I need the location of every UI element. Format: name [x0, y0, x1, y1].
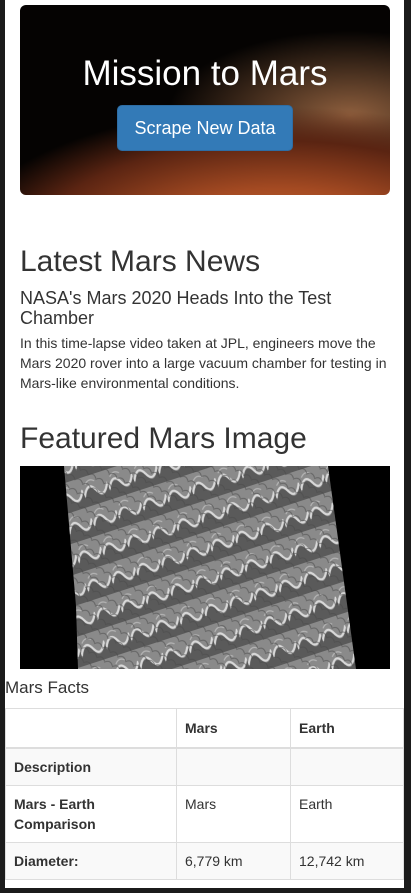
row-label: Diameter:: [5, 842, 177, 880]
row-label: Mars - Earth Comparison: [5, 785, 177, 843]
news-body: In this time-lapse video taken at JPL, e…: [20, 335, 387, 391]
row-label: Description: [5, 747, 177, 786]
hero-banner: Mission to Mars Scrape New Data: [20, 5, 390, 195]
scrape-new-data-button[interactable]: Scrape New Data: [117, 105, 293, 151]
table-row: Description: [5, 747, 404, 786]
mars-dunes-image: [20, 466, 390, 669]
featured-image-heading: Featured Mars Image: [20, 422, 307, 455]
mars-facts-caption: Mars Facts: [5, 678, 90, 697]
page: Mission to Mars Scrape New Data Latest M…: [5, 0, 404, 888]
featured-mars-image[interactable]: [20, 466, 390, 669]
hero-title: Mission to Mars: [82, 54, 328, 93]
earth-value: [290, 747, 404, 786]
mars-value: 6,779 km: [176, 842, 291, 880]
header-cell-mars: Mars: [176, 708, 291, 749]
header-cell-earth: Earth: [290, 708, 404, 749]
header-cell-blank: [5, 708, 177, 749]
table-row: Diameter: 6,779 km 12,742 km: [5, 842, 404, 880]
table-header-row: Mars Earth: [5, 708, 404, 749]
news-title: NASA's Mars 2020 Heads Into the Test Cha…: [20, 288, 332, 328]
latest-news-heading: Latest Mars News: [20, 245, 261, 278]
table-row: Mars - Earth Comparison Mars Earth: [5, 785, 404, 843]
earth-value: 12,742 km: [290, 842, 404, 880]
mars-value: [176, 747, 291, 786]
mars-value: Mars: [176, 785, 291, 843]
earth-value: Earth: [290, 785, 404, 843]
mars-facts-table: Mars Earth Description Mars - Earth Comp…: [5, 708, 404, 880]
